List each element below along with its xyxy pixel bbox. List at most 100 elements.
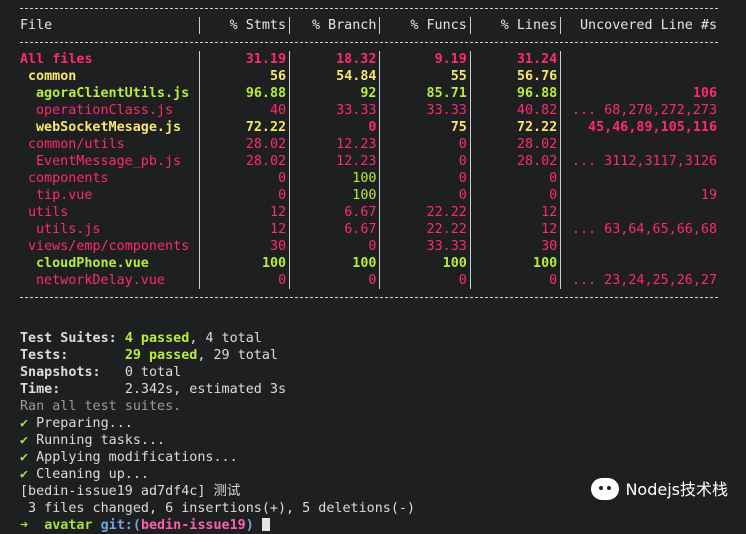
cell-lines: 72.22: [516, 120, 558, 135]
task-list: ✔ Preparing... ✔ Running tasks... ✔ Applyi…: [20, 415, 730, 483]
table-bottom-border: [20, 289, 720, 306]
table-row: webSocketMesage.js 72.22 0 75 72.22 45,46,89,…: [20, 119, 720, 136]
cell-uncovered: [561, 204, 720, 221]
cell-branch: 18.32: [336, 52, 377, 67]
cell-branch: 6.67: [344, 205, 377, 220]
cell-lines: 12: [541, 205, 558, 220]
column-header: % Stmts: [229, 18, 287, 33]
table-row: agoraClientUtils.js 96.88 92 85.71 96.88 106: [20, 85, 720, 102]
cell-branch: 33.33: [336, 103, 377, 118]
summary-ran-all: Ran all test suites.: [20, 399, 182, 414]
checkmark-icon: ✔: [20, 467, 37, 482]
cell-funcs: 33.33: [426, 103, 467, 118]
cell-funcs: 0: [458, 154, 467, 169]
cell-funcs: 22.22: [426, 205, 467, 220]
cell-funcs: 100: [442, 256, 467, 271]
cell-lines: 28.02: [516, 137, 558, 152]
cell-funcs: 22.22: [426, 222, 467, 237]
cell-lines: 100: [533, 256, 558, 271]
column-header: % Funcs: [410, 18, 467, 33]
cell-lines: 56.76: [516, 69, 558, 84]
cell-branch: 100: [352, 256, 377, 271]
cell-file: EventMessage_pb.js: [36, 154, 182, 169]
terminal-cursor[interactable]: [261, 518, 270, 531]
cell-uncovered: [561, 136, 720, 153]
cell-file: utils: [28, 205, 69, 220]
cell-uncovered: [561, 238, 720, 255]
cell-file: cloudPhone.vue: [36, 256, 149, 271]
cell-stmts: 30: [269, 239, 287, 254]
cell-file: networkDelay.vue: [36, 273, 165, 288]
cell-file: webSocketMesage.js: [36, 120, 182, 135]
cell-branch: 12.23: [336, 137, 377, 152]
table-row: EventMessage_pb.js 28.02 12.23 0 28.02 ... 31…: [20, 153, 720, 170]
cell-file: utils.js: [36, 222, 101, 237]
table-row: All files 31.19 18.32 9.19 31.24: [20, 51, 720, 68]
checkmark-icon: ✔: [20, 416, 37, 431]
coverage-table: File % Stmts % Branch % Funcs % Lines Uncover…: [20, 0, 720, 306]
cell-funcs: 0: [458, 273, 467, 288]
table-row: views/emp/components 30 0 33.33 30: [20, 238, 720, 255]
cell-file: operationClass.js: [36, 103, 174, 118]
cell-branch: 12.23: [336, 154, 377, 169]
cell-stmts: 28.02: [245, 154, 287, 169]
cell-file: agoraClientUtils.js: [36, 86, 190, 101]
table-row: tip.vue 0 100 0 0 19: [20, 187, 720, 204]
table-row: networkDelay.vue 0 0 0 0 ... 23,24,25,26,27: [20, 272, 720, 289]
task-item: ✔ Running tasks...: [20, 432, 730, 449]
table-row: cloudPhone.vue 100 100 100 100: [20, 255, 720, 272]
cell-lines: 96.88: [516, 86, 558, 101]
cell-stmts: 12: [270, 222, 287, 237]
table-header-row: File % Stmts % Branch % Funcs % Lines Uncover…: [20, 17, 720, 34]
cell-lines: 40.82: [516, 103, 558, 118]
prompt-arrow-icon: ➜: [20, 518, 29, 533]
table-row: utils 12 6.67 22.22 12: [20, 204, 720, 221]
summary-time: Time: 2.342s, estimated 3s: [20, 382, 287, 397]
task-item: ✔ Applying modifications...: [20, 449, 730, 466]
cell-uncovered: 106: [692, 86, 718, 101]
cell-stmts: 96.88: [245, 86, 287, 101]
cell-uncovered: ... 23,24,25,26,27: [571, 273, 718, 288]
task-label: Applying modifications...: [36, 450, 238, 465]
cell-uncovered: 19: [700, 188, 718, 203]
cell-uncovered: ... 68,270,272,273: [571, 103, 718, 118]
table-header-border: [20, 34, 720, 51]
cell-branch: 0: [368, 239, 377, 254]
wechat-icon: [591, 478, 620, 500]
cell-uncovered: 45,46,89,105,116: [588, 120, 718, 135]
cell-uncovered: [561, 170, 720, 187]
task-label: Preparing...: [36, 416, 133, 431]
cell-lines: 0: [549, 273, 558, 288]
cell-file: components: [28, 171, 109, 186]
task-item: ✔ Preparing...: [20, 415, 730, 432]
cell-branch: 0: [368, 120, 377, 135]
cell-branch: 92: [360, 86, 377, 101]
table-row: operationClass.js 40 33.33 33.33 40.82 ... 68…: [20, 102, 720, 119]
cell-stmts: 0: [278, 188, 287, 203]
cell-uncovered: ... 3112,3117,3126: [571, 154, 718, 169]
cell-funcs: 33.33: [426, 239, 467, 254]
cell-lines: 0: [549, 171, 558, 186]
git-stats-line: 3 files changed, 6 insertions(+), 5 dele…: [20, 501, 416, 516]
cell-funcs: 9.19: [434, 52, 467, 67]
cell-stmts: 28.02: [245, 137, 287, 152]
task-label: Cleaning up...: [36, 467, 149, 482]
cell-funcs: 0: [458, 137, 467, 152]
cell-file: common: [28, 69, 77, 84]
table-row: components 0 100 0 0: [20, 170, 720, 187]
cell-funcs: 0: [458, 171, 467, 186]
cell-stmts: 100: [261, 256, 287, 271]
checkmark-icon: ✔: [20, 450, 37, 465]
cell-lines: 31.24: [516, 52, 558, 67]
cell-funcs: 55: [450, 69, 467, 84]
cell-lines: 0: [549, 188, 558, 203]
cell-stmts: 31.19: [245, 52, 287, 67]
table-body: All files 31.19 18.32 9.19 31.24 common 56 54.8…: [20, 51, 720, 289]
cell-branch: 6.67: [344, 222, 377, 237]
cell-file: views/emp/components: [28, 239, 190, 254]
shell-prompt: ➜ avatar git:(bedin-issue19): [20, 517, 730, 534]
cell-uncovered: [561, 255, 720, 272]
watermark: Nodejs技术栈: [591, 478, 728, 500]
column-header: % Lines: [500, 18, 558, 33]
cell-lines: 28.02: [516, 154, 558, 169]
